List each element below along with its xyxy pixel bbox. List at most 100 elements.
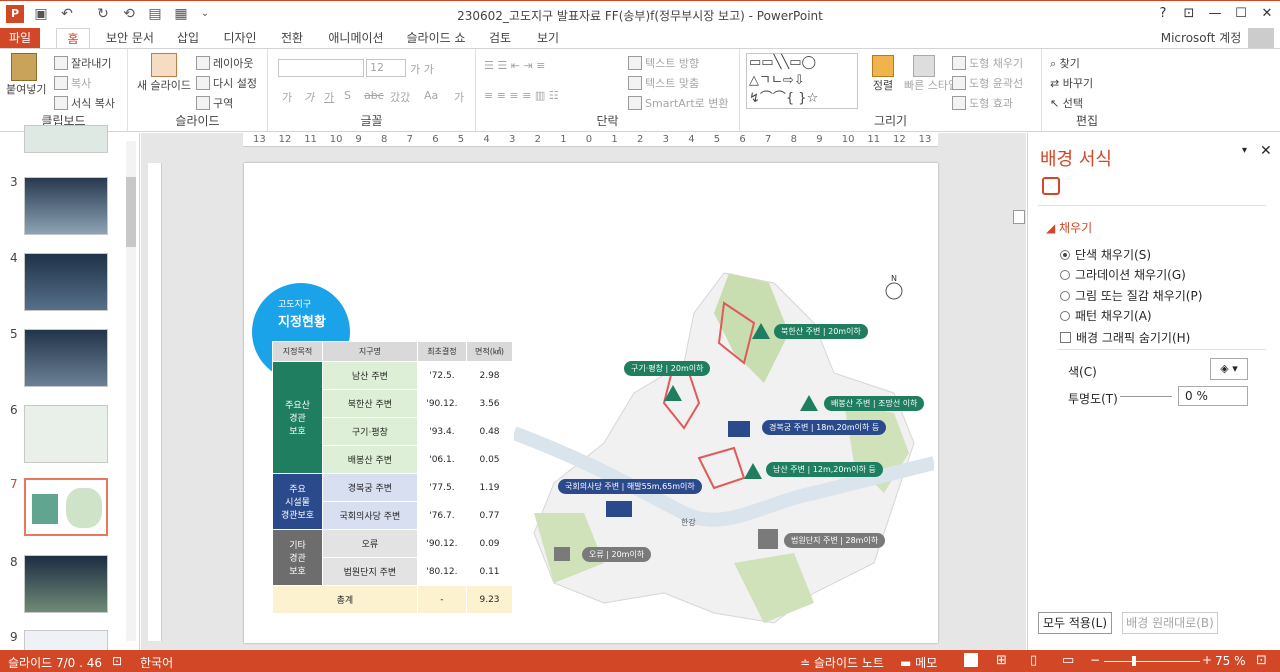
table-row: 주요 시설물 경관보호 경복궁 주변 '77.5. 1.19	[272, 473, 513, 530]
close-button[interactable]: ✕	[1256, 5, 1278, 23]
bold-button[interactable]: 가	[282, 89, 292, 105]
align-text-button[interactable]: 텍스트 맞춤	[628, 75, 699, 91]
grow-font-icon[interactable]: 가 가	[410, 61, 434, 77]
shape-fill-button[interactable]: 도형 채우기	[952, 55, 1023, 71]
find-button[interactable]: ⌕ 찾기	[1050, 55, 1080, 71]
thumbs-scrollbar[interactable]	[126, 141, 136, 641]
tab-home[interactable]: 홈	[56, 28, 90, 48]
zoom-slider-thumb[interactable]	[1132, 656, 1136, 666]
reset-background-button[interactable]: 배경 원래대로(B)	[1122, 612, 1218, 634]
underline-button[interactable]: 가	[324, 89, 334, 105]
font-group-label: 글꼴	[360, 114, 383, 128]
slide-thumbnail-4[interactable]	[24, 253, 108, 311]
font-color-button[interactable]: 가	[454, 89, 464, 105]
zoom-slider[interactable]	[1104, 661, 1200, 662]
font-size-combo[interactable]: 12	[366, 59, 406, 77]
reset-button[interactable]: 다시 설정	[196, 75, 257, 91]
maximize-button[interactable]: ☐	[1230, 5, 1252, 23]
replace-button[interactable]: ⇄ 바꾸기	[1050, 75, 1093, 91]
new-slide-button[interactable]: 새 슬라이드	[134, 53, 194, 93]
arrange-button[interactable]: 정렬	[866, 55, 900, 93]
slide-thumbnail-9[interactable]	[24, 630, 108, 652]
thumb-number: 4	[10, 251, 18, 265]
strikethrough-button[interactable]: abc	[364, 89, 384, 102]
zoom-out-icon[interactable]: −	[1090, 653, 1100, 667]
tab-view[interactable]: 보기	[528, 28, 568, 48]
radio-pattern-fill[interactable]: 패턴 채우기(A)	[1060, 307, 1152, 324]
tab-insert[interactable]: 삽입	[170, 28, 206, 48]
notes-button[interactable]: ≐ 슬라이드 노트	[800, 654, 884, 671]
ruler-tick-label: 12	[278, 134, 292, 145]
tab-animations[interactable]: 애니메이션	[320, 28, 392, 48]
slide-thumbnail-5[interactable]	[24, 329, 108, 387]
color-picker-button[interactable]: ◈ ▾	[1210, 358, 1248, 380]
copy-button[interactable]: 복사	[54, 75, 91, 91]
slide-thumbnail-2[interactable]	[24, 125, 108, 153]
apply-to-all-button[interactable]: 모두 적용(L)	[1038, 612, 1112, 634]
ribbon-display-options-icon[interactable]: ⊡	[1178, 5, 1200, 23]
scissors-icon	[54, 56, 68, 70]
transparency-slider[interactable]	[1120, 396, 1172, 397]
smartart-button[interactable]: SmartArt로 변환	[628, 95, 729, 111]
bullets-icon[interactable]: ☰ ☰ ⇤ ⇥ ≡	[484, 59, 545, 72]
slide-thumbnail-6[interactable]	[24, 405, 108, 463]
transparency-input[interactable]: 0 %	[1178, 386, 1248, 406]
shape-effects-button[interactable]: 도형 효과	[952, 95, 1013, 111]
tab-design[interactable]: 디자인	[216, 28, 264, 48]
radio-gradient-fill[interactable]: 그라데이션 채우기(G)	[1060, 266, 1186, 283]
spacing-button[interactable]: 갔갔	[390, 89, 410, 105]
comments-button[interactable]: ▬ 메모	[900, 654, 937, 671]
zoom-level[interactable]: 75 %	[1215, 654, 1246, 668]
slideshow-icon[interactable]: ▭	[1062, 653, 1074, 668]
select-button[interactable]: ↖ 선택	[1050, 95, 1083, 111]
fill-section-header[interactable]: ◢ 채우기	[1046, 219, 1092, 236]
account-button[interactable]: Microsoft 계정	[1156, 28, 1246, 48]
italic-button[interactable]: 가	[304, 89, 314, 105]
shapes-gallery[interactable]: ▭▭╲╲▭◯ △ㄱㄴ⇨⇩ ↯⌒⌒{ }☆	[746, 53, 858, 109]
paste-button[interactable]: 붙여넣기	[6, 53, 46, 99]
slide-thumbnail-8[interactable]	[24, 555, 108, 613]
slide-thumbnails-panel[interactable]: 3 4 5 6 7 8 9	[0, 125, 140, 652]
fill-bucket-icon[interactable]	[1042, 177, 1060, 195]
avatar[interactable]	[1248, 28, 1274, 48]
zoom-in-icon[interactable]: +	[1202, 653, 1212, 667]
slide-thumbnail-3[interactable]	[24, 177, 108, 235]
tab-file[interactable]: 파일	[0, 28, 40, 48]
section-button[interactable]: 구역	[196, 95, 233, 111]
assembly-marker-icon	[606, 501, 632, 517]
tab-transitions[interactable]: 전환	[274, 28, 310, 48]
spellcheck-icon[interactable]: ⊡	[112, 654, 122, 668]
shape-outline-button[interactable]: 도형 윤곽선	[952, 75, 1023, 91]
layout-button[interactable]: 레이아웃	[196, 55, 253, 71]
hide-bg-checkbox[interactable]: 배경 그래픽 숨기기(H)	[1060, 329, 1190, 346]
normal-view-icon[interactable]	[964, 653, 978, 667]
case-button[interactable]: Aa	[424, 89, 438, 102]
shadow-button[interactable]: S	[344, 89, 351, 102]
canvas-scrollbar-thumb[interactable]	[1013, 210, 1025, 224]
radio-picture-fill[interactable]: 그림 또는 질감 채우기(P)	[1060, 287, 1202, 304]
tab-security[interactable]: 보안 문서	[100, 28, 160, 48]
pane-title: 배경 서식	[1040, 149, 1112, 170]
text-direction-button[interactable]: 텍스트 방향	[628, 55, 699, 71]
reading-view-icon[interactable]: ▯	[1030, 653, 1037, 668]
tab-slideshow[interactable]: 슬라이드 쇼	[400, 28, 472, 48]
slide-sorter-icon[interactable]: ⊞	[996, 653, 1007, 668]
thumbs-scrollbar-thumb[interactable]	[126, 177, 136, 247]
minimize-button[interactable]: —	[1204, 5, 1226, 23]
fit-slide-icon[interactable]: ⊡	[1256, 653, 1267, 668]
row-area: 0.11	[466, 557, 513, 586]
help-button[interactable]: ?	[1152, 5, 1174, 23]
font-name-combo[interactable]	[278, 59, 364, 77]
quick-styles-button[interactable]: 빠른 스타일	[904, 55, 958, 93]
radio-solid-fill[interactable]: 단색 채우기(S)	[1060, 246, 1151, 263]
language-indicator[interactable]: 한국어	[140, 654, 173, 671]
tab-review[interactable]: 검토	[480, 28, 520, 48]
cut-button[interactable]: 잘라내기	[54, 55, 111, 71]
slide[interactable]: N 한강 고도지구 지정현황 지정목적 지구명 최초결정 면적(㎢) 주요산 경…	[244, 163, 938, 643]
format-painter-button[interactable]: 서식 복사	[54, 95, 115, 111]
align-icons[interactable]: ≡ ≡ ≡ ≡ ▥ ☷	[484, 89, 559, 102]
pane-options-icon[interactable]: ▾	[1242, 145, 1247, 156]
factory-marker-icon	[554, 547, 570, 561]
slide-thumbnail-7[interactable]	[24, 478, 108, 536]
pane-close-icon[interactable]: ✕	[1260, 143, 1272, 159]
